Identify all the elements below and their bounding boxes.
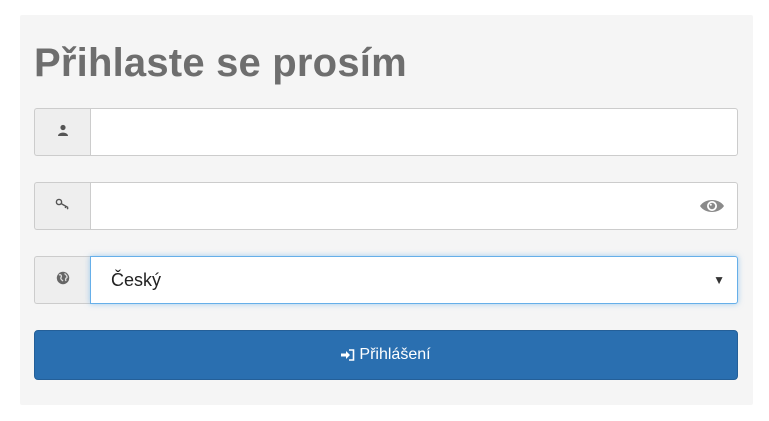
page-title: Přihlaste se prosím <box>34 41 407 85</box>
globe-icon <box>56 271 70 290</box>
language-addon <box>34 256 90 304</box>
password-group <box>34 182 738 230</box>
password-addon <box>34 182 90 230</box>
chevron-down-icon[interactable]: ▼ <box>713 273 725 287</box>
language-selected-value: Český <box>111 269 162 290</box>
password-input[interactable] <box>91 183 737 229</box>
user-icon <box>57 123 69 141</box>
username-field[interactable] <box>90 108 738 156</box>
eye-icon[interactable] <box>699 197 725 215</box>
key-icon <box>55 197 71 215</box>
login-button-label: Přihlášení <box>359 346 431 363</box>
username-group <box>34 108 738 156</box>
login-button[interactable]: Přihlášení <box>34 330 738 380</box>
username-input[interactable] <box>91 109 737 155</box>
language-select[interactable]: Český ▼ <box>90 256 738 304</box>
language-group: Český ▼ <box>34 256 738 304</box>
sign-in-icon <box>341 349 355 361</box>
username-addon <box>34 108 90 156</box>
password-field[interactable] <box>90 182 738 230</box>
